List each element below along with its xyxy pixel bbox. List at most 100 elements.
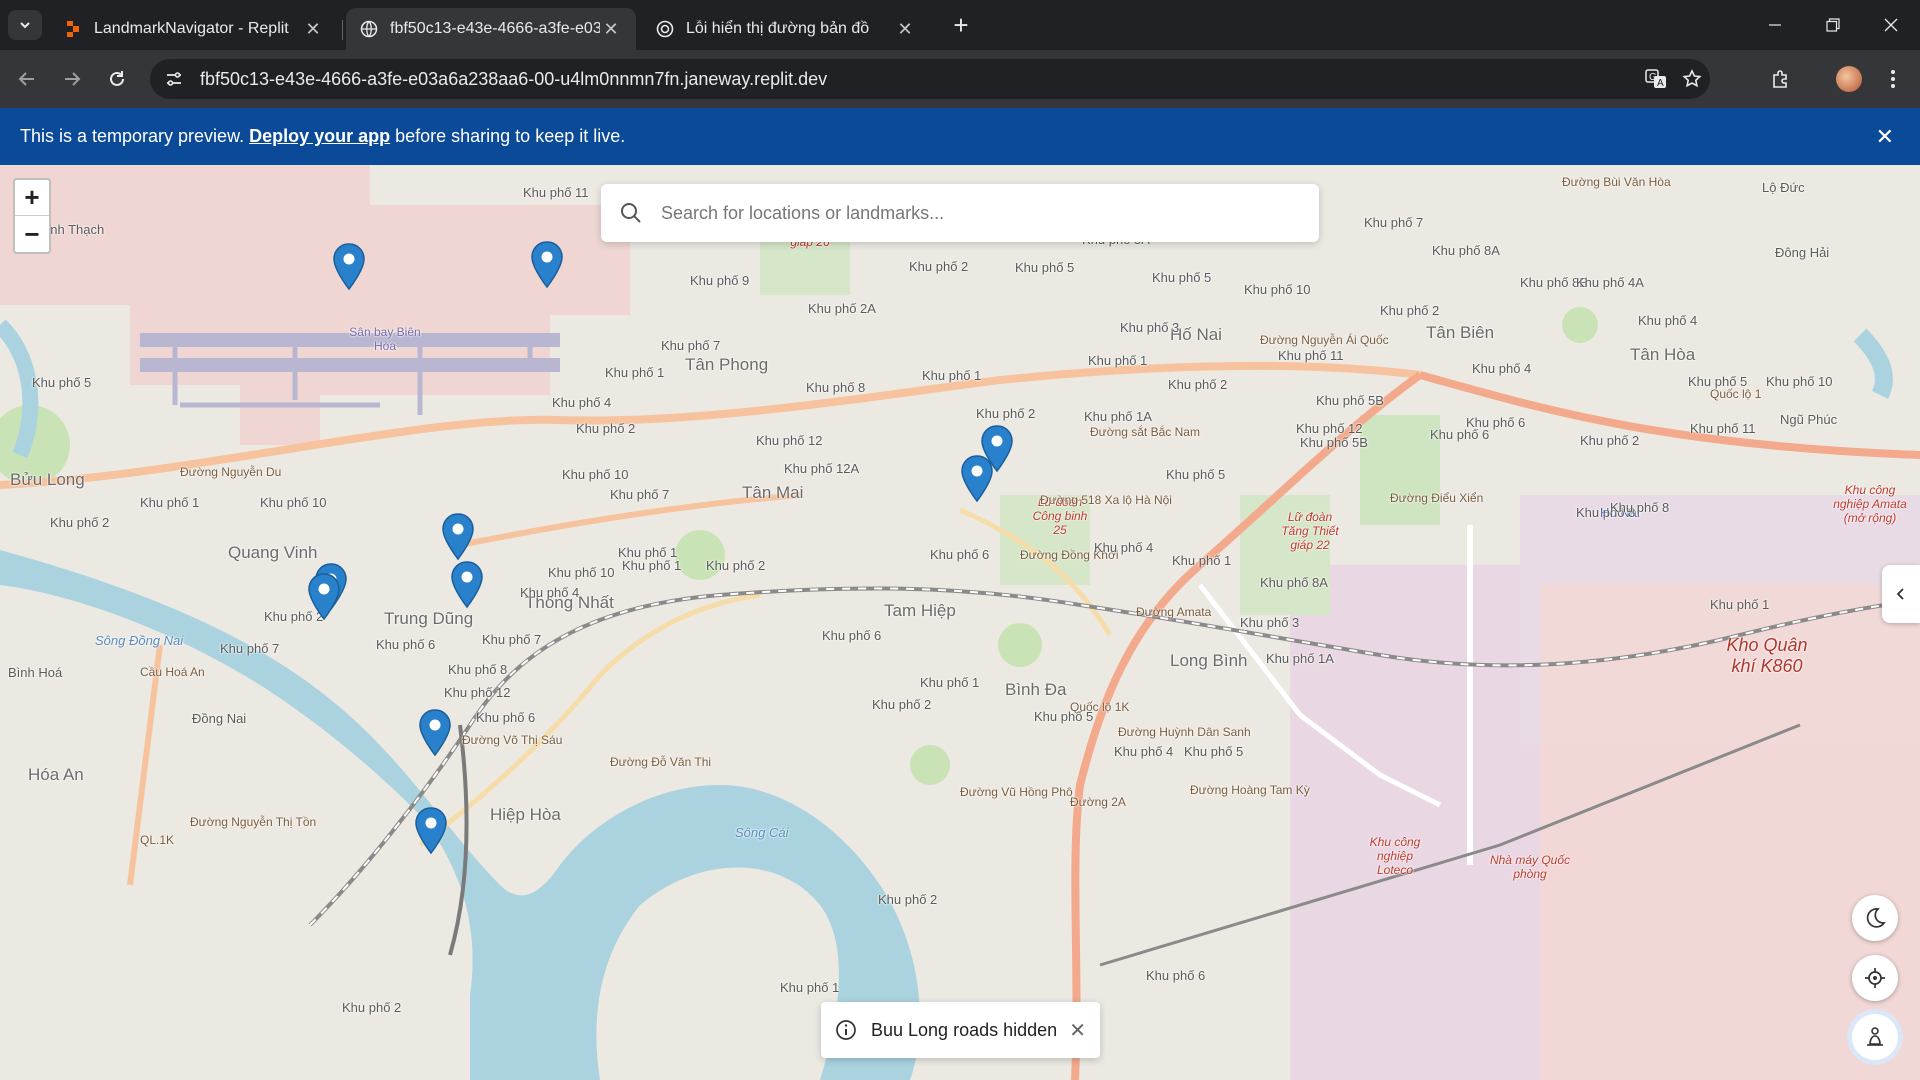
map-label: Khu phố 12 [1296,421,1363,436]
url-text: fbf50c13-e43e-4666-a3fe-e03a6a238aa6-00-… [200,68,828,89]
map-marker[interactable] [450,561,484,609]
map-label: Khu phố 1 [1710,597,1770,612]
map-label: Khu phố 5 [1015,260,1075,275]
deploy-app-link[interactable]: Deploy your app [249,126,390,147]
map-label: Khu phố 8 [806,380,866,395]
tab-replit[interactable]: LandmarkNavigator - Replit ✕ [50,8,338,50]
tab-title: fbf50c13-e43e-4666-a3fe-e03a [390,20,600,37]
close-toast-icon[interactable]: ✕ [1069,1018,1086,1043]
dark-mode-button[interactable] [1852,895,1898,941]
map-label: Tam Hiệp [884,601,956,620]
profile-avatar[interactable] [1832,62,1866,96]
minimize-icon [1769,24,1781,26]
bookmark-star-icon[interactable] [1676,63,1708,95]
map-label: Khu phố 1 [1172,553,1232,568]
browser-toolbar: fbf50c13-e43e-4666-a3fe-e03a6a238aa6-00-… [0,50,1920,108]
map-label: Khu phố 2 [1380,303,1440,318]
map-marker[interactable] [530,241,564,289]
map-label: Khu phố 2 [976,406,1036,421]
map-label: Khu phố 7 [661,338,721,353]
map-label: Nhà máy Quốc phòng [1489,853,1571,881]
zoom-in-button[interactable]: + [15,180,49,216]
new-tab-button[interactable]: + [948,10,974,40]
road-label: QL.1K [140,833,175,847]
map-label: Khu phố 4A [1576,275,1644,290]
map-marker[interactable] [441,513,475,561]
map-label: Hóa An [28,765,84,784]
map-label: Khu phố 4 [520,585,580,600]
address-bar[interactable]: fbf50c13-e43e-4666-a3fe-e03a6a238aa6-00-… [150,59,1710,99]
minimize-button[interactable] [1746,0,1804,50]
airport-label: Sân bay Biên Hòa [349,325,421,353]
close-window-button[interactable] [1862,0,1920,50]
map-label: Bình Đa [1005,680,1067,699]
map-label: Khu phố 4 [1472,361,1532,376]
map-label: Khu phố 5 [1688,374,1748,389]
map-label: Khu phố 8 [448,662,508,677]
map-label: Khu phố 9 [690,273,750,288]
close-tab-icon[interactable]: ✕ [600,18,622,40]
translate-icon[interactable]: GA [1640,63,1672,95]
replit-icon [64,20,82,38]
map-label: Khu phố 2 [706,558,766,573]
river-label: Sông Cái [735,825,789,840]
map-label: Khu phố 2 [342,1000,402,1015]
map-marker[interactable] [414,807,448,855]
close-banner-icon[interactable]: ✕ [1876,124,1894,150]
map-label: Khu phố 1 [1088,353,1148,368]
map-label: Khu phố 5B [1300,435,1368,450]
map-label: Ngũ Phúc [1780,412,1838,427]
map-label: Khu phố 2 [50,515,110,530]
back-button[interactable] [10,62,44,96]
close-tab-icon[interactable]: ✕ [894,18,916,40]
chevron-down-icon [20,22,30,29]
restore-button[interactable] [1804,0,1862,50]
map-label: Khu phố 1A [1084,409,1152,424]
road-label: Đường Nguyễn Du [180,465,282,479]
street-view-button[interactable] [1852,1014,1898,1060]
map-marker[interactable] [960,455,994,503]
person-icon [1867,1027,1883,1046]
map-label: Khu phố 7 [482,632,542,647]
side-panel-toggle[interactable] [1882,565,1920,623]
map-marker[interactable] [418,709,452,757]
search-input[interactable] [661,202,1319,224]
map-marker[interactable] [307,573,341,621]
locate-me-button[interactable] [1852,955,1898,1001]
road-label: Đường Nguyễn Ái Quốc [1260,333,1389,347]
tab-title: LandmarkNavigator - Replit [94,20,289,37]
map-label: Đồng Nai [192,711,247,726]
road-label: Đường 518 Xa lộ Hà Nội [1040,493,1172,507]
tab-chatgpt[interactable]: Lỗi hiển thị đường bản đồ ✕ [642,8,930,50]
road-label: Quốc lộ 1 [1710,387,1762,401]
map-canvas[interactable]: Bửu Long Tân Phong Tân Mai Quang Vinh Tr… [0,165,1920,1080]
map-label: Khu phố 1 [922,368,982,383]
map-label: Tân Hòa [1630,345,1696,364]
menu-kebab-icon[interactable] [1876,62,1910,96]
chatgpt-icon [656,20,674,38]
tab-search-button[interactable] [8,10,42,40]
road-label: Đường Nguyễn Thị Tồn [190,815,317,829]
map-label: Khu phố 2 [1168,377,1228,392]
tab-preview[interactable]: fbf50c13-e43e-4666-a3fe-e03a ✕ [346,8,636,50]
map-marker[interactable] [332,243,366,291]
zoom-out-button[interactable]: − [15,216,49,252]
map-label: Khu công nghiệp Amata (mở rộng) [1833,483,1907,525]
map-label: Khu công nghiệp Loteco [1369,835,1421,877]
map-label: Khu phố 7 [1364,215,1424,230]
river-label: Sông Đồng Nai [95,633,184,648]
site-info-icon[interactable] [156,59,192,99]
reload-button[interactable] [100,62,134,96]
map-label: Khu phố 1A [1266,651,1334,666]
map-label: Bình Hoá [8,665,63,680]
forward-button[interactable] [55,62,89,96]
map-label: Tân Biên [1426,323,1495,342]
restore-icon [1826,18,1840,32]
map-label: Khu phố 4 [1638,313,1698,328]
close-tab-icon[interactable]: ✕ [302,18,324,40]
map-label: Khu phố 2 [872,697,932,712]
map-label: Khu phố 11 [1690,421,1756,436]
svg-text:A: A [1657,78,1664,89]
map-label: Lộ Đức [1762,180,1805,195]
extensions-icon[interactable] [1764,62,1798,96]
